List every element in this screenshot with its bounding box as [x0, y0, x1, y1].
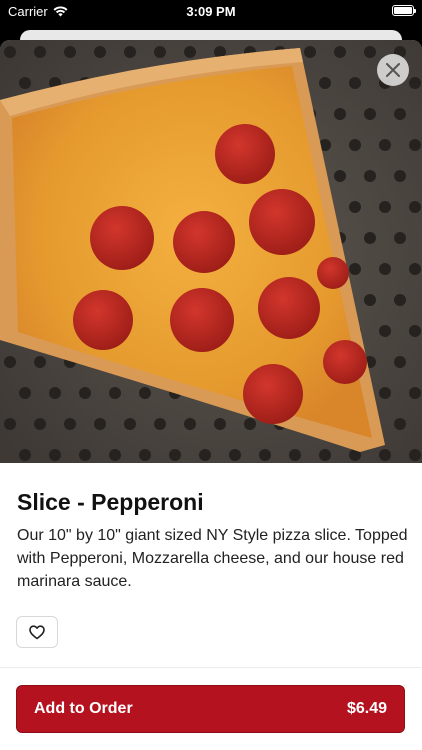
pan-hole	[124, 418, 136, 430]
item-title: Slice - Pepperoni	[17, 489, 204, 515]
pan-hole	[349, 201, 361, 213]
pan-hole	[409, 325, 421, 337]
status-time: 3:09 PM	[186, 4, 236, 19]
pan-hole	[364, 170, 376, 182]
pan-hole	[349, 139, 361, 151]
pan-hole	[379, 139, 391, 151]
pan-hole	[4, 356, 16, 368]
pan-hole	[394, 170, 406, 182]
pan-hole	[409, 263, 421, 275]
pan-hole	[334, 170, 346, 182]
pan-hole	[349, 263, 361, 275]
close-icon	[386, 63, 400, 77]
pan-hole	[349, 77, 361, 89]
pan-hole	[154, 46, 166, 58]
pan-hole	[394, 356, 406, 368]
pan-hole	[109, 449, 121, 461]
pan-hole	[79, 387, 91, 399]
pan-hole	[409, 201, 421, 213]
pan-hole	[319, 77, 331, 89]
pan-hole	[19, 449, 31, 461]
pan-hole	[19, 387, 31, 399]
pan-hole	[244, 418, 256, 430]
pan-hole	[184, 418, 196, 430]
pan-hole	[409, 139, 421, 151]
pan-hole	[64, 418, 76, 430]
pan-hole	[184, 46, 196, 58]
pan-hole	[49, 387, 61, 399]
pan-hole	[409, 449, 421, 461]
item-detail-sheet: Slice - Pepperoni Our 10" by 10" giant s…	[0, 40, 422, 750]
pan-hole	[334, 46, 346, 58]
pan-hole	[364, 108, 376, 120]
pan-hole	[379, 263, 391, 275]
pan-hole	[34, 356, 46, 368]
pan-hole	[79, 449, 91, 461]
pan-hole	[259, 449, 271, 461]
pan-hole	[94, 418, 106, 430]
pan-hole	[379, 201, 391, 213]
pan-hole	[199, 449, 211, 461]
screen: Carrier 3:09 PM Slice - Pepperoni Our 10…	[0, 0, 422, 750]
pepperoni-pizza-photo	[0, 40, 422, 463]
pan-hole	[4, 418, 16, 430]
close-button[interactable]	[377, 54, 409, 86]
pan-hole	[319, 449, 331, 461]
item-price: $6.49	[346, 700, 387, 717]
divider	[0, 667, 422, 668]
pan-hole	[139, 449, 151, 461]
heart-icon	[29, 624, 45, 639]
pan-hole	[394, 108, 406, 120]
pan-hole	[64, 46, 76, 58]
pan-hole	[19, 77, 31, 89]
pan-hole	[34, 418, 46, 430]
pan-hole	[379, 387, 391, 399]
pan-hole	[214, 418, 226, 430]
pan-hole	[379, 325, 391, 337]
battery-icon	[392, 5, 416, 16]
add-to-order-label: Add to Order	[34, 700, 133, 717]
item-description: Our 10" by 10" giant sized NY Style pizz…	[17, 527, 408, 590]
pan-hole	[94, 46, 106, 58]
pan-hole	[124, 46, 136, 58]
pan-hole	[289, 449, 301, 461]
pan-hole	[394, 294, 406, 306]
pan-hole	[394, 232, 406, 244]
pan-hole	[169, 449, 181, 461]
pan-hole	[34, 46, 46, 58]
pan-hole	[409, 77, 421, 89]
pan-hole	[139, 387, 151, 399]
pan-hole	[154, 418, 166, 430]
pan-hole	[364, 294, 376, 306]
pan-hole	[4, 46, 16, 58]
pan-hole	[394, 418, 406, 430]
pan-hole	[409, 387, 421, 399]
pan-hole	[364, 232, 376, 244]
favorite-button[interactable]	[16, 616, 58, 648]
pan-hole	[49, 449, 61, 461]
pan-hole	[229, 449, 241, 461]
pan-hole	[379, 449, 391, 461]
status-bar: Carrier 3:09 PM	[0, 0, 422, 24]
battery-level	[394, 7, 412, 14]
add-to-order-button[interactable]: Add to Order $6.49	[16, 685, 405, 733]
pan-hole	[334, 108, 346, 120]
pizza-image	[0, 40, 422, 463]
pan-hole	[304, 46, 316, 58]
pan-hole	[109, 387, 121, 399]
pan-hole	[364, 46, 376, 58]
